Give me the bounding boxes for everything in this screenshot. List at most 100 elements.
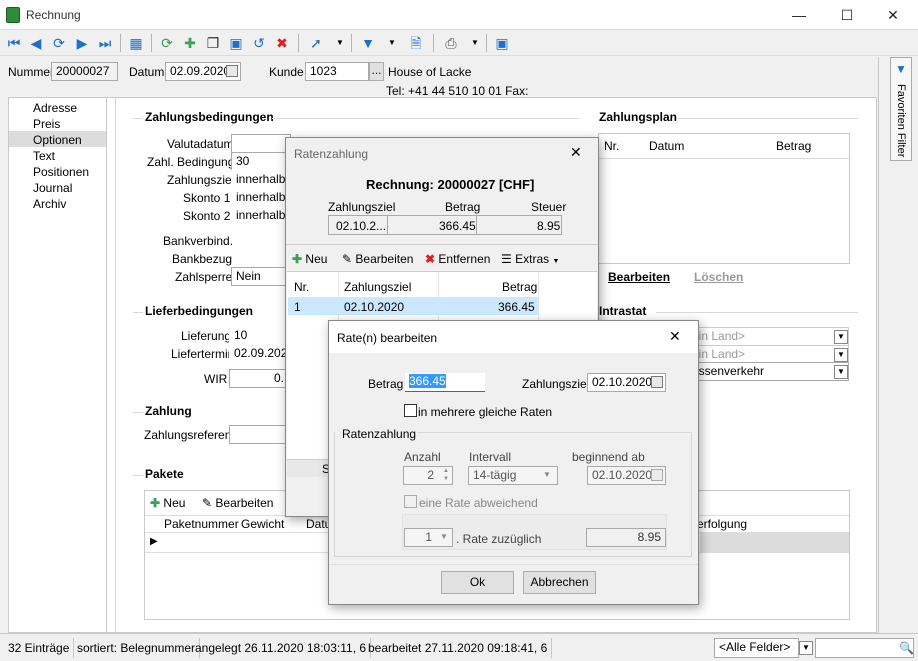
chevron-down-icon[interactable]: ▼: [799, 641, 813, 655]
document-link-icon[interactable]: 🗎: [406, 33, 426, 53]
refresh-nav-icon[interactable]: ⟳: [49, 33, 69, 53]
abweichend-label: eine Rate abweichend: [419, 496, 538, 510]
last-record-icon[interactable]: ⏭: [95, 33, 115, 53]
intrastat-select-1[interactable]: ein Land>: [687, 327, 849, 346]
wir-field[interactable]: 0.: [229, 369, 289, 388]
search-field-select[interactable]: <Alle Felder>: [714, 638, 799, 658]
raten-extras-button[interactable]: ☰ Extras ▼: [501, 252, 559, 266]
zahlsperre-field[interactable]: Nein: [231, 267, 291, 286]
new-record-icon[interactable]: ✚: [180, 33, 200, 53]
favoriten-filter-tab[interactable]: ▼ Favoriten Filter: [890, 57, 912, 161]
print-dropdown-icon[interactable]: ▼: [465, 33, 485, 53]
nav-item-text[interactable]: Text: [33, 149, 55, 163]
group-line: [417, 432, 692, 433]
pakete-col-paketnummer[interactable]: Paketnummer: [164, 517, 239, 531]
toolbar-separator: [433, 34, 434, 52]
nav-item-journal[interactable]: Journal: [33, 181, 72, 195]
calendar-icon[interactable]: [651, 469, 663, 481]
raten-edit-button[interactable]: ✎ Bearbeiten: [342, 252, 413, 266]
abbrechen-button[interactable]: Abbrechen: [523, 571, 596, 594]
reload-icon[interactable]: ⟳: [157, 33, 177, 53]
filter-icon[interactable]: ▼: [358, 33, 378, 53]
nav-item-archiv[interactable]: Archiv: [33, 197, 66, 211]
copy-record-icon[interactable]: ❐: [203, 33, 223, 53]
delete-icon: ✖: [425, 252, 436, 266]
abweichend-checkbox[interactable]: [404, 495, 417, 508]
rate-dialog-close-button[interactable]: ✕: [669, 328, 681, 345]
summary-header-steuer: Steuer: [531, 200, 567, 214]
zahlungsplan-grid: [598, 133, 850, 264]
search-icon[interactable]: 🔍: [899, 641, 914, 655]
export-icon[interactable]: ▣: [492, 33, 512, 53]
anzahl-spin-icon[interactable]: ▲ ▼: [440, 467, 452, 484]
lieferung-field[interactable]: 10: [229, 326, 289, 345]
kunde-lookup-button[interactable]: ...: [369, 62, 384, 81]
zahlungsplan-col-nr[interactable]: Nr.: [604, 139, 619, 153]
pin-icon[interactable]: ➚: [306, 33, 326, 53]
nav-item-preis[interactable]: Preis: [33, 117, 60, 131]
nummer-field[interactable]: 20000027: [51, 62, 118, 81]
nav-item-adresse[interactable]: Adresse: [33, 101, 77, 115]
chevron-down-icon[interactable]: ▼: [834, 365, 848, 379]
previous-record-icon[interactable]: ◀: [26, 33, 46, 53]
raten-row-zahlungsziel: 02.10.2020: [344, 300, 405, 314]
mehrere-raten-checkbox[interactable]: [404, 404, 417, 417]
nav-item-optionen[interactable]: Optionen: [33, 133, 82, 147]
delete-record-icon[interactable]: ✖: [272, 33, 292, 53]
chevron-down-icon[interactable]: ▼: [543, 470, 551, 479]
ok-button[interactable]: Ok: [441, 571, 514, 594]
filter-icon: ▼: [895, 62, 907, 76]
table-view-icon[interactable]: ▦: [126, 33, 146, 53]
zahlungsziel-field[interactable]: innerhalb v: [231, 170, 291, 189]
skonto1-field[interactable]: innerhalb w: [231, 188, 291, 207]
print-icon[interactable]: ⎙: [441, 33, 461, 53]
zahl-bedingung-field[interactable]: 30: [231, 152, 291, 171]
undo-icon[interactable]: ↺: [249, 33, 269, 53]
nav-item-positionen[interactable]: Positionen: [33, 165, 89, 179]
betrag-field[interactable]: 366.45: [405, 373, 485, 392]
raten-new-button[interactable]: ✚ Neu: [292, 252, 327, 266]
datum-label: Datum: [129, 65, 165, 79]
zahlungsreferenz-field[interactable]: [229, 425, 289, 444]
maximize-button[interactable]: ☐: [824, 0, 870, 30]
lieferung-label: Lieferung: [181, 329, 232, 343]
raten-col-betrag[interactable]: Betrag: [502, 280, 537, 294]
chevron-down-icon[interactable]: ▼: [440, 532, 448, 541]
intrastat-select-3[interactable]: assenverkehr: [687, 362, 849, 381]
chevron-down-icon[interactable]: ▼: [834, 348, 848, 362]
rate-betrag-field[interactable]: 8.95: [586, 528, 666, 547]
raten-remove-button[interactable]: ✖ Entfernen: [425, 252, 490, 266]
raten-col-zahlungsziel[interactable]: Zahlungsziel: [344, 280, 411, 294]
chevron-down-icon[interactable]: ▼: [834, 330, 848, 344]
first-record-icon[interactable]: ⏮: [4, 33, 24, 53]
zahlungsplan-delete-button[interactable]: Löschen: [694, 270, 743, 284]
save-icon[interactable]: ▣: [226, 33, 246, 53]
minimize-button[interactable]: —: [776, 0, 822, 30]
zahlungsplan-col-betrag[interactable]: Betrag: [776, 139, 811, 153]
pin-dropdown-icon[interactable]: ▼: [330, 33, 350, 53]
liefertermin-field[interactable]: 02.09.2020: [229, 344, 289, 363]
raten-col-nr[interactable]: Nr.: [294, 280, 309, 294]
zahlung-title: Zahlung: [145, 404, 192, 418]
pakete-col-gewicht[interactable]: Gewicht: [241, 517, 284, 531]
kunde-field[interactable]: 1023: [305, 62, 369, 81]
valutadatum-field[interactable]: [231, 134, 291, 153]
dialog-separator: [286, 244, 598, 245]
close-button[interactable]: ✕: [870, 0, 916, 30]
app-icon: [6, 7, 20, 23]
nummer-label: Nummer: [8, 65, 55, 79]
pakete-new-button[interactable]: ✚ Neu: [150, 496, 185, 510]
summary-betrag: 366.45: [439, 219, 476, 233]
toolbar-separator: [486, 34, 487, 52]
zahlungsplan-col-datum[interactable]: Datum: [649, 139, 684, 153]
ratenzahlung-close-button[interactable]: ✕: [570, 144, 582, 161]
kunde-name: House of Lacke: [388, 65, 472, 79]
pakete-edit-button[interactable]: ✎ Bearbeiten: [202, 496, 273, 510]
calendar-icon[interactable]: [226, 65, 238, 77]
pakete-col-verfolgung[interactable]: erfolgung: [697, 517, 747, 531]
next-record-icon[interactable]: ▶: [72, 33, 92, 53]
calendar-icon[interactable]: [651, 376, 663, 388]
zahlungsplan-edit-button[interactable]: Bearbeiten: [608, 270, 670, 284]
filter-dropdown-icon[interactable]: ▼: [382, 33, 402, 53]
skonto2-field[interactable]: innerhalb w: [231, 206, 291, 225]
